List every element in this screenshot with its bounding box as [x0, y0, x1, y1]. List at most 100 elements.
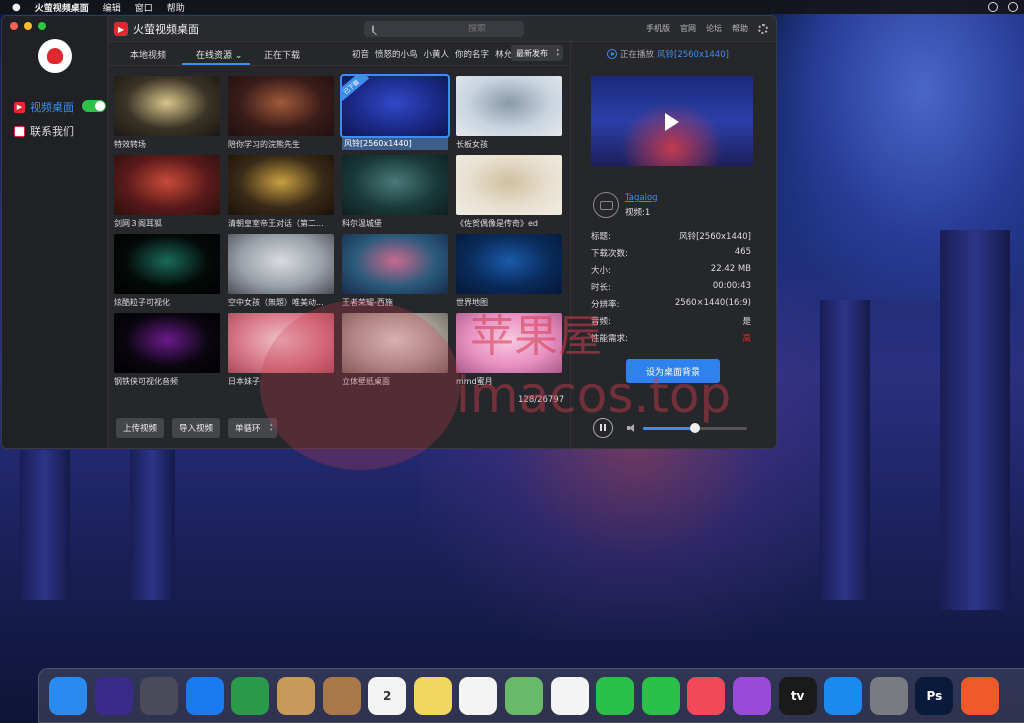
video-thumbnail[interactable]	[114, 234, 220, 294]
menu-help[interactable]: 帮助	[167, 1, 185, 14]
avatar[interactable]	[593, 192, 619, 218]
video-thumbnail[interactable]: 已下载	[340, 74, 450, 138]
photoshop-icon[interactable]: Ps	[915, 677, 954, 715]
video-card[interactable]: mmd蜜月	[456, 313, 562, 387]
tag-item[interactable]: 初音	[352, 48, 369, 60]
facetime-icon[interactable]	[641, 677, 680, 715]
close-button[interactable]	[10, 22, 18, 30]
video-thumbnail[interactable]	[456, 313, 562, 373]
info-key: 下载次数:	[591, 249, 628, 259]
video-card[interactable]: 立体壁纸桌面	[342, 313, 448, 387]
video-card[interactable]: 已下载 风铃[2560x1440]	[340, 74, 450, 150]
launchpad-icon[interactable]	[140, 677, 179, 715]
video-thumbnail[interactable]	[342, 234, 448, 294]
video-thumbnail[interactable]	[456, 155, 562, 215]
search-box[interactable]	[364, 21, 532, 37]
sidebar-item-video-desktop[interactable]: ▶ 视频桌面	[14, 99, 74, 115]
link-mobile[interactable]: 手机版	[646, 23, 670, 34]
video-card[interactable]: 钢铁侠可视化音频	[114, 313, 220, 387]
video-thumbnail[interactable]	[228, 313, 334, 373]
video-thumbnail[interactable]	[114, 313, 220, 373]
app-play-icon: ▶	[114, 22, 128, 36]
volume-icon[interactable]	[627, 424, 637, 432]
menu-edit[interactable]: 编辑	[103, 1, 121, 14]
maps-icon[interactable]	[505, 677, 543, 715]
calendar-icon[interactable]: 2	[368, 677, 407, 715]
firefly-video-icon[interactable]	[961, 677, 999, 715]
set-as-wallpaper-button[interactable]: 设为桌面背景	[626, 359, 720, 383]
menu-window[interactable]: 窗口	[135, 1, 153, 14]
link-official-site[interactable]: 官网	[680, 23, 696, 34]
sort-select[interactable]: 最新发布	[511, 45, 563, 61]
gear-icon[interactable]	[758, 23, 768, 34]
mail-icon[interactable]	[277, 677, 315, 715]
video-card[interactable]: 特效转场	[114, 76, 220, 150]
link-forum[interactable]: 论坛	[706, 23, 722, 34]
video-thumbnail[interactable]	[228, 76, 334, 136]
video-card[interactable]: 清朝皇室帝王对话（第二...	[228, 155, 334, 229]
photos-icon[interactable]	[550, 677, 589, 715]
tab-online-resources[interactable]: 在线资源 ⌄	[196, 48, 242, 61]
video-thumbnail[interactable]	[456, 76, 562, 136]
chrome-icon[interactable]	[231, 677, 270, 715]
video-card[interactable]: 炫酷粒子可视化	[114, 234, 220, 308]
pause-button[interactable]	[593, 418, 613, 438]
apple-menu-icon[interactable]: ●	[12, 2, 21, 13]
video-card[interactable]: 《佐贺偶像是传奇》ed	[456, 155, 562, 229]
status-icon[interactable]	[988, 2, 998, 12]
upload-video-button[interactable]: 上传视频	[116, 418, 165, 438]
apple-tv-icon[interactable]: tv	[778, 677, 817, 715]
video-thumbnail[interactable]	[342, 155, 448, 215]
wallpaper-pillar	[20, 450, 70, 600]
control-center-icon[interactable]	[1008, 2, 1018, 12]
tab-downloading[interactable]: 正在下载	[264, 48, 300, 61]
video-card[interactable]: 陪你学习的浣熊先生	[228, 76, 334, 150]
zoom-button[interactable]	[38, 22, 46, 30]
siri-icon[interactable]	[94, 677, 133, 715]
link-help[interactable]: 帮助	[732, 23, 748, 34]
tag-item[interactable]: 你的名字	[455, 48, 489, 60]
tab-local-videos[interactable]: 本地视频	[130, 48, 166, 61]
messages-icon[interactable]	[596, 677, 635, 715]
video-card[interactable]: 日本妹子	[228, 313, 334, 387]
video-thumbnail[interactable]	[228, 234, 334, 294]
reminders-icon[interactable]	[459, 677, 498, 715]
sidebar-item-contact[interactable]: 联系我们	[14, 123, 74, 139]
video-card[interactable]: 剑网３阁耳狐	[114, 155, 220, 229]
podcasts-icon[interactable]	[733, 677, 771, 715]
notes-icon[interactable]	[413, 677, 452, 715]
video-thumbnail[interactable]	[342, 313, 448, 373]
video-thumbnail[interactable]	[114, 76, 220, 136]
app-store-icon[interactable]	[824, 677, 863, 715]
video-title: 王者荣耀-西施	[342, 298, 393, 307]
video-desktop-toggle[interactable]	[82, 100, 106, 112]
import-video-button[interactable]: 导入视频	[172, 418, 221, 438]
play-icon[interactable]	[665, 113, 679, 131]
menu-app-name[interactable]: 火萤视频桌面	[35, 1, 89, 14]
minimize-button[interactable]	[24, 22, 32, 30]
system-preferences-icon[interactable]	[869, 677, 908, 715]
video-thumbnail[interactable]	[228, 155, 334, 215]
search-input[interactable]	[422, 24, 532, 34]
finder-icon[interactable]	[49, 677, 87, 715]
safari-icon[interactable]	[185, 677, 224, 715]
tag-item[interactable]: 小黄人	[424, 48, 450, 60]
video-card[interactable]: 王者荣耀-西施	[342, 234, 448, 308]
video-card[interactable]: 世界地图	[456, 234, 562, 308]
author-name[interactable]: Tagalog	[625, 193, 658, 203]
music-icon[interactable]	[687, 677, 726, 715]
contacts-icon[interactable]	[322, 677, 361, 715]
downloaded-badge: 已下载	[342, 76, 370, 103]
loop-mode-select[interactable]: 单循环	[228, 418, 277, 438]
video-thumbnail[interactable]	[114, 155, 220, 215]
video-preview[interactable]	[591, 76, 753, 166]
video-card[interactable]: 科尔温城堡	[342, 155, 448, 229]
tag-item[interactable]: 愤怒的小鸟	[375, 48, 418, 60]
video-card[interactable]: 长板女孩	[456, 76, 562, 150]
volume-slider[interactable]	[643, 422, 747, 433]
now-playing-title[interactable]: 风铃[2560x1440]	[657, 48, 729, 60]
volume-knob[interactable]	[690, 422, 700, 433]
video-thumbnail[interactable]	[456, 234, 562, 294]
video-card[interactable]: 空中女孩（無題）唯美动...	[228, 234, 334, 308]
info-row: 标题: 风铃[2560x1440]	[591, 230, 751, 247]
